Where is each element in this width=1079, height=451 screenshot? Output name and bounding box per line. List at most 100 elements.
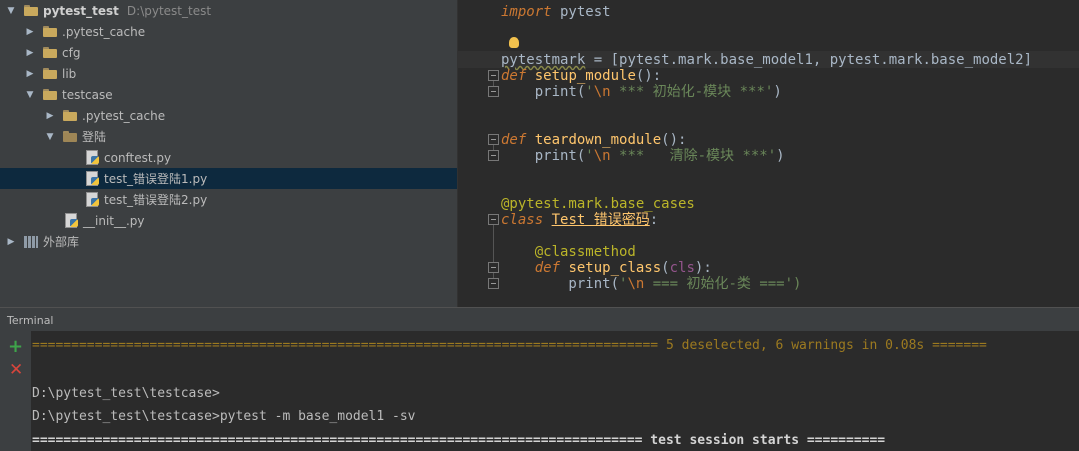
tree-item-label: 外部库 <box>43 235 80 249</box>
code-text: = [pytest.mark.base_model1, pytest.mark.… <box>585 52 1033 68</box>
tree-root[interactable]: ▼ pytest_test D:\pytest_test <box>0 0 457 21</box>
keyword: class <box>501 212 544 228</box>
fold-icon[interactable] <box>488 70 499 81</box>
code-line-16: def setup_class(cls): <box>501 260 712 276</box>
string: *** 清除-模块 ***' <box>610 148 777 164</box>
chevron-down-icon[interactable]: ▼ <box>45 132 55 142</box>
string: *** 初始化-模块 ***' <box>610 84 774 100</box>
function-name: setup_module <box>526 68 636 84</box>
decorator: @classmethod <box>501 244 636 260</box>
code-text: print( <box>501 84 586 100</box>
tree-item-test-login-1[interactable]: test_错误登陆1.py <box>0 168 457 189</box>
fold-icon[interactable] <box>488 86 499 97</box>
lightbulb-icon[interactable] <box>509 37 519 48</box>
decorator: @pytest.mark.base_cases <box>501 196 695 212</box>
tree-item-label: lib <box>62 66 77 81</box>
fold-icon[interactable] <box>488 134 499 145</box>
separator: ========================================… <box>32 433 643 448</box>
separator: ========== <box>806 433 886 448</box>
tree-item-label: conftest.py <box>104 150 172 165</box>
tree-item-login-folder[interactable]: ▼ 登陆 <box>0 126 457 147</box>
string: ' <box>585 84 594 100</box>
package-folder-icon <box>63 131 77 142</box>
chevron-right-icon[interactable]: ▶ <box>45 111 55 121</box>
tree-item-conftest[interactable]: conftest.py <box>0 147 457 168</box>
tree-item-test-login-2[interactable]: test_错误登陆2.py <box>0 189 457 210</box>
tree-item-init[interactable]: __init__.py <box>0 210 457 231</box>
tree-item-testcase[interactable]: ▼ testcase <box>0 84 457 105</box>
class-name: Test 错误密码 <box>551 212 650 228</box>
chevron-right-icon[interactable]: ▶ <box>25 69 35 79</box>
chevron-down-icon[interactable]: ▼ <box>25 90 35 100</box>
tree-item-label: cfg <box>62 45 81 60</box>
tree-item-lib[interactable]: ▶ lib <box>0 63 457 84</box>
tree-item-label: 登陆 <box>82 130 107 144</box>
escape: \n <box>593 84 611 100</box>
code-line-17: print('\n === 初始化-类 ===') <box>501 276 801 292</box>
keyword: def <box>501 260 561 276</box>
string: === 初始化-类 ===') <box>644 276 802 292</box>
python-file-icon <box>64 213 78 228</box>
tree-item-pytest-cache[interactable]: ▶ .pytest_cache <box>0 21 457 42</box>
python-file-icon <box>85 192 99 207</box>
python-file-icon <box>85 150 99 165</box>
code-line-8: def teardown_module(): <box>501 132 686 148</box>
fold-icon[interactable] <box>488 214 499 225</box>
code-line-9: print('\n *** 清除-模块 ***') <box>501 148 785 164</box>
chevron-down-icon[interactable]: ▼ <box>6 6 16 16</box>
folder-icon <box>24 5 38 16</box>
project-path: D:\pytest_test <box>126 3 212 18</box>
gutter-divider <box>457 0 458 307</box>
code-line-1: import pytest <box>501 4 611 20</box>
code-line-4: def setup_module(): <box>501 68 661 84</box>
code-text: ) <box>773 84 782 100</box>
folder-icon <box>43 26 57 37</box>
chevron-right-icon[interactable]: ▶ <box>25 27 35 37</box>
python-file-icon <box>85 171 99 186</box>
function-name: setup_class <box>560 260 662 276</box>
code-text: ( <box>661 260 670 276</box>
escape: \n <box>593 148 611 164</box>
code-text: ): <box>694 260 712 276</box>
terminal-toolbar: + ✕ <box>0 331 31 451</box>
fold-guide <box>493 225 494 262</box>
terminal-title: Terminal <box>7 313 54 327</box>
parameter: cls <box>669 260 695 276</box>
code-line-3: pytestmark = [pytest.mark.base_model1, p… <box>501 52 1032 68</box>
tree-item-label: test_错误登陆1.py <box>104 172 208 186</box>
tree-item-label: .pytest_cache <box>62 24 146 39</box>
code-line-5: print('\n *** 初始化-模块 ***') <box>501 84 782 100</box>
code-editor[interactable]: import pytest pytestmark = [pytest.mark.… <box>457 0 1079 307</box>
fold-icon[interactable] <box>488 278 499 289</box>
string: ' <box>585 148 594 164</box>
tree-item-cfg[interactable]: ▶ cfg <box>0 42 457 63</box>
chevron-right-icon[interactable]: ▶ <box>6 237 16 247</box>
session-title: test session starts <box>642 433 807 448</box>
fold-icon[interactable] <box>488 150 499 161</box>
code-text: pytest <box>551 4 611 20</box>
tree-item-label: .pytest_cache <box>82 108 166 123</box>
new-session-icon[interactable]: + <box>8 338 23 356</box>
code-text: pytestmark <box>501 52 586 68</box>
close-icon[interactable]: ✕ <box>9 362 23 379</box>
code-text: (): <box>661 132 687 148</box>
terminal-header[interactable]: Terminal <box>0 307 1079 332</box>
tree-item-pytest-cache-nested[interactable]: ▶ .pytest_cache <box>0 105 457 126</box>
keyword: def <box>501 132 527 148</box>
function-name: teardown_module <box>526 132 662 148</box>
code-line-12: @pytest.mark.base_cases <box>501 196 695 212</box>
chevron-right-icon[interactable]: ▶ <box>25 48 35 58</box>
separator: ========================================… <box>32 338 659 353</box>
fold-icon[interactable] <box>488 262 499 273</box>
folder-icon <box>43 47 57 58</box>
code-text: (): <box>635 68 662 84</box>
terminal-output[interactable]: ========================================… <box>31 331 1079 451</box>
terminal-line: ========================================… <box>32 432 885 450</box>
tree-item-external-libraries[interactable]: ▶ 外部库 <box>0 231 457 252</box>
code-line-13: class Test 错误密码: <box>501 212 658 228</box>
folder-icon <box>43 89 57 100</box>
code-text: ) <box>776 148 785 164</box>
code-text: print( <box>501 148 586 164</box>
terminal-line: D:\pytest_test\testcase>pytest -m base_m… <box>32 409 416 424</box>
